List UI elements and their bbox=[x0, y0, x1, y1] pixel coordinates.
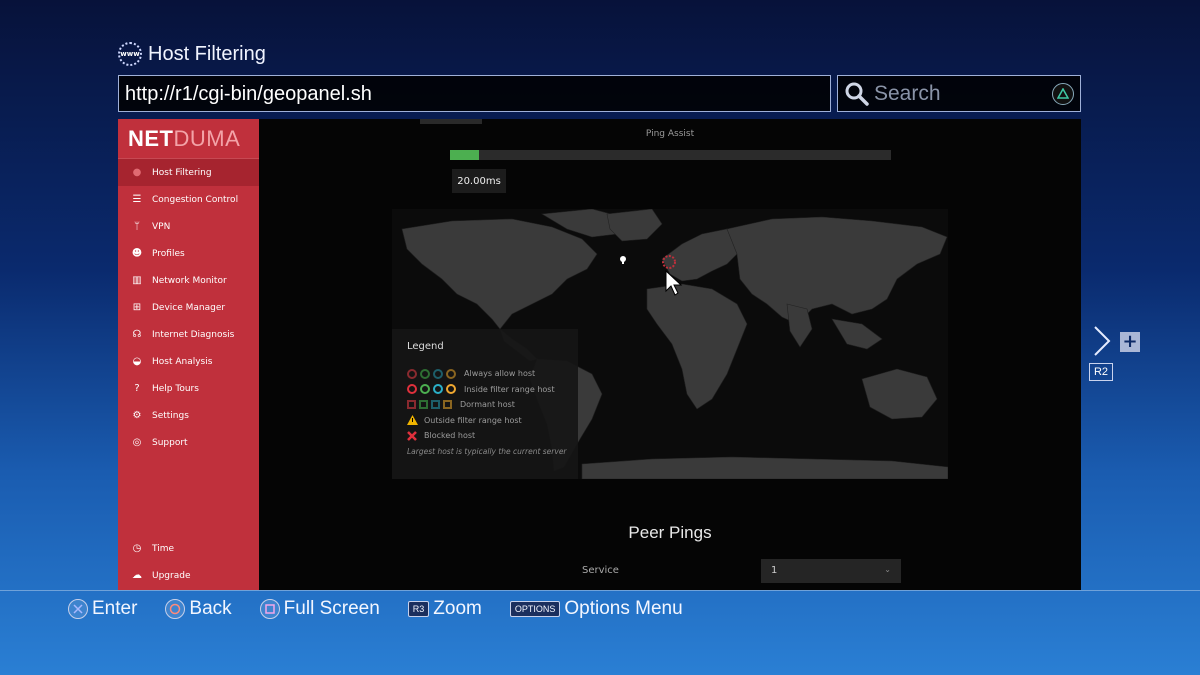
sliders-icon: ☰ bbox=[132, 194, 142, 205]
cloud-download-icon: ☁ bbox=[132, 570, 142, 581]
sidebar-item-congestion-control[interactable]: ☰ Congestion Control bbox=[118, 186, 259, 213]
sidebar-item-label: Host Filtering bbox=[152, 167, 212, 178]
search-icon bbox=[845, 82, 869, 106]
sidebar-item-device-manager[interactable]: ⊞ Device Manager bbox=[118, 294, 259, 321]
sidebar-item-label: Upgrade bbox=[152, 570, 191, 581]
sidebar-item-label: Congestion Control bbox=[152, 194, 239, 205]
legend-row: Blocked host bbox=[407, 428, 577, 444]
ping-assist-value: 20.00ms bbox=[452, 169, 506, 193]
sidebar: NET DUMA ● Host Filtering ☰ Congestion Contr… bbox=[118, 119, 265, 590]
web-viewport: NET DUMA ● Host Filtering ☰ Congestion Contr… bbox=[118, 119, 1081, 590]
sitemap-icon: ⊞ bbox=[132, 302, 142, 313]
next-page-icon[interactable] bbox=[1092, 325, 1112, 357]
bar-chart-icon: ▥ bbox=[132, 275, 142, 286]
netduma-logo[interactable]: NET DUMA bbox=[118, 119, 259, 159]
blocked-icon bbox=[407, 430, 417, 441]
legend-row: Inside filter range host bbox=[407, 382, 577, 398]
legend-title: Legend bbox=[407, 341, 444, 352]
sidebar-item-label: Settings bbox=[152, 410, 189, 421]
search-placeholder: Search bbox=[874, 81, 941, 105]
warning-icon bbox=[407, 415, 418, 426]
page-title-row: www Host Filtering bbox=[118, 42, 266, 66]
sidebar-item-label: Help Tours bbox=[152, 383, 199, 394]
branch-icon: ᛘ bbox=[134, 221, 140, 232]
sidebar-nav: ● Host Filtering ☰ Congestion Control ᛘ VPN ☻ P… bbox=[118, 159, 265, 456]
sidebar-item-label: Time bbox=[152, 543, 175, 554]
chevron-down-icon: ⌄ bbox=[884, 565, 891, 574]
peer-pings-title: Peer Pings bbox=[628, 523, 712, 542]
sidebar-item-help-tours[interactable]: ? Help Tours bbox=[118, 375, 259, 402]
full-screen-hint[interactable]: Full Screen bbox=[259, 598, 380, 620]
sidebar-item-host-analysis[interactable]: ◒ Host Analysis bbox=[118, 348, 259, 375]
sidebar-item-label: Internet Diagnosis bbox=[152, 329, 235, 340]
legend-row: Outside filter range host bbox=[407, 413, 577, 429]
lifebuoy-icon: ◎ bbox=[132, 437, 142, 448]
main-content: Ping Assist 20.00ms Legend Always allow … bbox=[259, 119, 1081, 590]
www-icon: www bbox=[118, 42, 142, 66]
stethoscope-icon: ☊ bbox=[132, 329, 142, 340]
sidebar-item-vpn[interactable]: ᛘ VPN bbox=[118, 213, 259, 240]
question-icon: ? bbox=[134, 383, 140, 394]
search-field[interactable]: Search bbox=[837, 75, 1081, 112]
service-select[interactable]: 1 ⌄ bbox=[761, 559, 901, 583]
clock-icon: ◷ bbox=[132, 543, 142, 554]
globe-icon: ● bbox=[132, 167, 142, 178]
circle-button-icon bbox=[165, 599, 186, 619]
ping-assist-label: Ping Assist bbox=[645, 129, 695, 139]
legend-row: Always allow host bbox=[407, 366, 577, 382]
sidebar-item-internet-diagnosis[interactable]: ☊ Internet Diagnosis bbox=[118, 321, 259, 348]
back-hint[interactable]: Back bbox=[165, 598, 232, 620]
r3-button-icon: R3 bbox=[407, 601, 430, 617]
url-input[interactable]: http://r1/cgi-bin/geopanel.sh bbox=[118, 75, 831, 112]
sidebar-item-time[interactable]: ◷ Time bbox=[118, 535, 259, 562]
map-legend: Legend Always allow host Inside filter r… bbox=[407, 341, 577, 456]
gears-icon: ⚙ bbox=[132, 410, 142, 421]
square-button-icon bbox=[259, 599, 280, 619]
triangle-button-icon[interactable] bbox=[1052, 82, 1074, 105]
sidebar-item-label: Network Monitor bbox=[152, 275, 227, 286]
legend-row: Dormant host bbox=[407, 397, 577, 413]
sidebar-item-label: Device Manager bbox=[152, 302, 226, 313]
users-icon: ☻ bbox=[131, 248, 143, 259]
legend-note: Largest host is typically the current se… bbox=[407, 446, 567, 456]
sidebar-item-profiles[interactable]: ☻ Profiles bbox=[118, 240, 259, 267]
top-tab-stub bbox=[420, 119, 482, 124]
sidebar-item-label: VPN bbox=[152, 221, 171, 232]
sidebar-item-label: Profiles bbox=[152, 248, 185, 259]
sidebar-bottom-nav: ◷ Time ☁ Upgrade bbox=[118, 535, 259, 589]
sidebar-item-host-filtering[interactable]: ● Host Filtering bbox=[118, 159, 265, 186]
options-menu-hint[interactable]: OPTIONS Options Menu bbox=[509, 598, 683, 620]
sidebar-item-label: Support bbox=[152, 437, 188, 448]
sidebar-item-network-monitor[interactable]: ▥ Network Monitor bbox=[118, 267, 259, 294]
sidebar-item-label: Host Analysis bbox=[152, 356, 213, 367]
cross-button-icon bbox=[68, 599, 88, 619]
enter-hint[interactable]: Enter bbox=[68, 598, 137, 620]
ping-assist-fill bbox=[450, 150, 479, 160]
options-button-icon: OPTIONS bbox=[509, 601, 561, 617]
page-title: Host Filtering bbox=[148, 42, 266, 65]
ping-assist-slider[interactable] bbox=[450, 150, 891, 160]
service-label: Service bbox=[582, 565, 619, 576]
dashboard-icon: ◒ bbox=[132, 356, 142, 367]
r2-button[interactable]: R2 bbox=[1089, 363, 1113, 381]
zoom-hint[interactable]: R3 Zoom bbox=[407, 598, 482, 620]
plus-icon[interactable]: + bbox=[1120, 332, 1140, 352]
sidebar-item-settings[interactable]: ⚙ Settings bbox=[118, 402, 259, 429]
sidebar-item-upgrade[interactable]: ☁ Upgrade bbox=[118, 562, 259, 589]
controller-hint-bar: Enter Back Full Screen R3 Zoom OPTIONS O… bbox=[0, 590, 1200, 627]
sidebar-item-support[interactable]: ◎ Support bbox=[118, 429, 259, 456]
